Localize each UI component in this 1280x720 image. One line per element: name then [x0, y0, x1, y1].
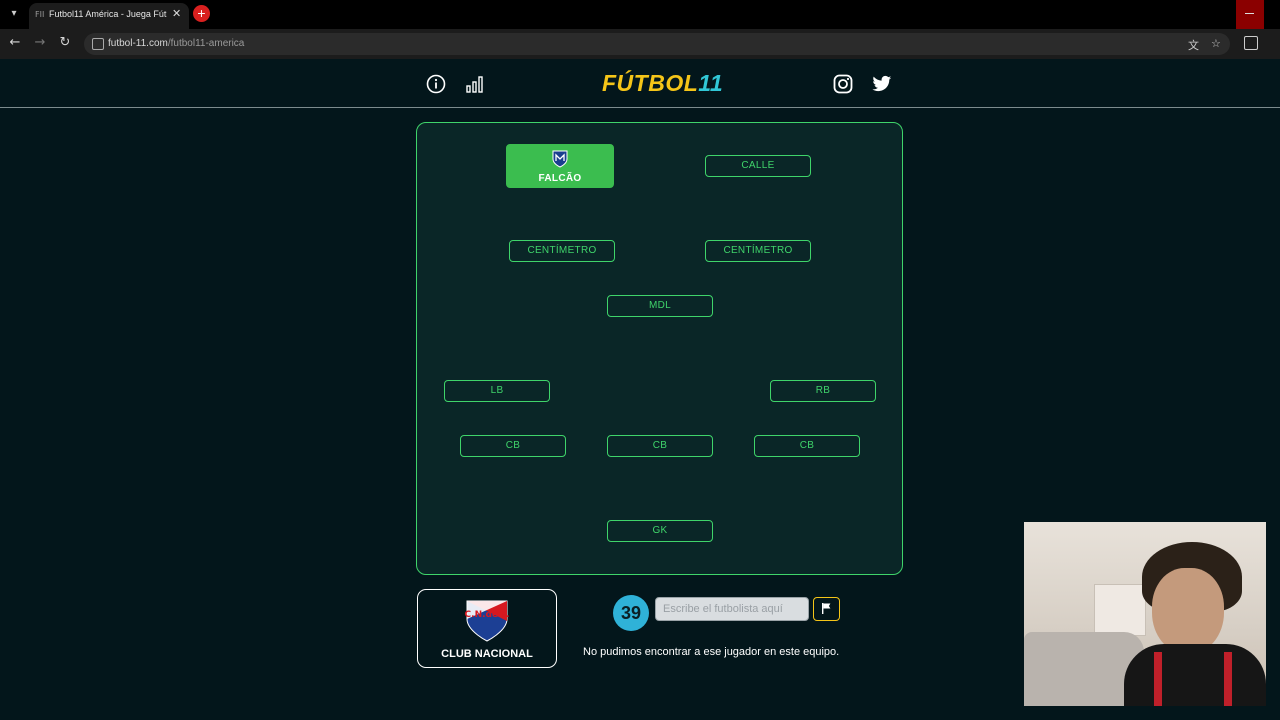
position-slot[interactable]: CENTÍMETRO — [509, 240, 615, 262]
browser-tab[interactable]: FII Futbol11 América - Juega Fútb ✕ — [29, 3, 189, 29]
webcam-overlay — [1024, 522, 1266, 706]
url-text[interactable]: futbol-11.com/futbol11-america — [108, 38, 244, 49]
new-tab-button[interactable]: + — [193, 5, 210, 22]
formation-pitch: FALCÃO CALLE CENTÍMETRO CENTÍMETRO MDL L… — [416, 122, 903, 575]
tab-close-icon[interactable]: ✕ — [172, 7, 181, 20]
team-card: C.N.de F. CLUB NACIONAL — [417, 589, 557, 668]
position-slot[interactable]: CALLE — [705, 155, 811, 177]
position-slot[interactable]: RB — [770, 380, 876, 402]
extensions-icon[interactable] — [1244, 36, 1258, 50]
logo-text: FÚTBOL — [602, 70, 699, 96]
position-slot[interactable]: CB — [607, 435, 713, 457]
back-icon[interactable]: ← — [7, 35, 23, 51]
url-domain: futbol-11.com — [108, 38, 168, 49]
address-bar: ← → ↻ futbol-11.com/futbol11-america 文 ☆ — [0, 29, 1280, 79]
guess-counter-badge: 39 — [613, 595, 649, 631]
site-logo[interactable]: FÚTBOL11 — [602, 70, 723, 97]
flag-icon — [822, 603, 831, 614]
millonarios-crest-icon — [552, 150, 568, 168]
player-name: FALCÃO — [538, 173, 582, 184]
translate-icon[interactable]: 文 — [1188, 37, 1199, 53]
bookmark-star-icon[interactable]: ☆ — [1211, 37, 1221, 50]
stats-icon[interactable] — [465, 74, 485, 94]
url-omnibox[interactable]: futbol-11.com/futbol11-america 文 ☆ — [84, 33, 1230, 55]
tab-title: Futbol11 América - Juega Fútb — [49, 9, 167, 19]
tab-search-icon[interactable]: ▾ — [6, 7, 22, 21]
url-path: /futbol11-america — [167, 38, 245, 49]
logo-number: 11 — [698, 70, 724, 96]
site-header: FÚTBOL11 — [0, 59, 1280, 108]
reload-icon[interactable]: ↻ — [57, 35, 73, 51]
position-slot[interactable]: CB — [754, 435, 860, 457]
feedback-message: No pudimos encontrar a ese jugador en es… — [583, 646, 840, 658]
window-minimize-button[interactable] — [1236, 0, 1264, 29]
browser-tab-bar: ▾ FII Futbol11 América - Juega Fútb ✕ + — [0, 0, 1280, 29]
position-slot[interactable]: GK — [607, 520, 713, 542]
position-slot[interactable]: CB — [460, 435, 566, 457]
team-name: CLUB NACIONAL — [441, 648, 533, 660]
crest-text: C.N.de F. — [465, 610, 510, 620]
player-search-input[interactable] — [655, 597, 809, 621]
give-up-flag-button[interactable] — [813, 597, 840, 621]
position-slot[interactable]: LB — [444, 380, 550, 402]
position-slot[interactable]: CENTÍMETRO — [705, 240, 811, 262]
info-icon[interactable] — [426, 74, 446, 94]
position-slot-filled[interactable]: FALCÃO — [506, 144, 614, 188]
forward-icon[interactable]: → — [32, 35, 48, 51]
instagram-icon[interactable] — [833, 74, 853, 94]
site-info-icon[interactable] — [92, 38, 104, 50]
position-slot[interactable]: MDL — [607, 295, 713, 317]
twitter-icon[interactable] — [872, 74, 892, 94]
tab-favicon: FII — [35, 10, 45, 19]
club-nacional-crest-icon: C.N.de F. — [465, 600, 510, 642]
